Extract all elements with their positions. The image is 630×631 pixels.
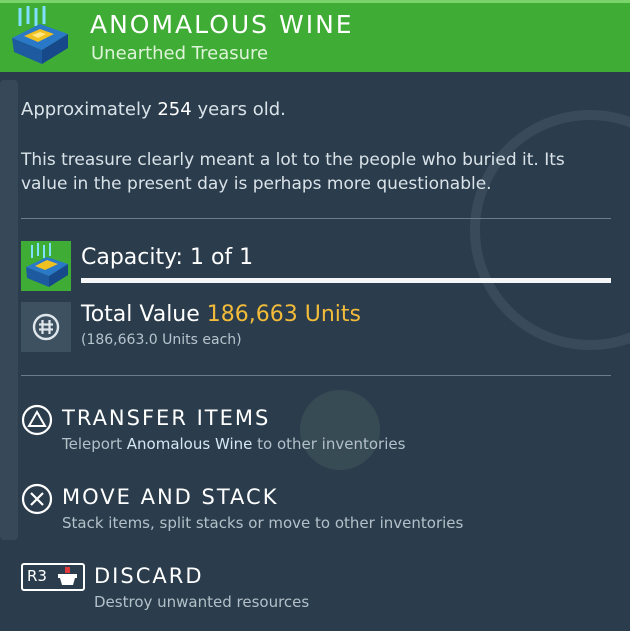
background-blob: [300, 390, 380, 470]
item-header: ANOMALOUS WINE Unearthed Treasure: [0, 0, 630, 72]
age-prefix: Approximately: [21, 99, 158, 120]
age-suffix: years old.: [191, 99, 286, 120]
move-and-stack-description: Stack items, split stacks or move to oth…: [62, 514, 464, 532]
units-icon: [21, 302, 71, 352]
capacity-label: Capacity: 1 of 1: [81, 245, 254, 270]
item-description: This treasure clearly meant a lot to the…: [21, 150, 565, 194]
treasure-chest-small-icon: [21, 241, 71, 291]
treasure-chest-icon: [6, 4, 72, 68]
move-and-stack-action[interactable]: MOVE AND STACK: [62, 485, 278, 509]
cross-button-icon[interactable]: [21, 483, 53, 515]
r3-button-label: R3: [27, 567, 47, 585]
background-ring: [470, 110, 630, 350]
triangle-button-icon[interactable]: [21, 404, 53, 436]
transfer-items-action[interactable]: TRANSFER ITEMS: [62, 406, 270, 430]
item-age: Approximately 254 years old.: [21, 99, 286, 120]
transfer-items-description-suffix: to other inventories: [252, 435, 406, 453]
divider: [21, 218, 611, 219]
total-value-amount: 186,663 Units: [206, 302, 361, 327]
transfer-items-description-prefix: Teleport: [62, 435, 127, 453]
age-value: 254: [157, 99, 192, 120]
transfer-items-highlight: Anomalous Wine: [126, 435, 253, 453]
capacity-bar-fill: [81, 278, 611, 283]
capacity-bar: [81, 278, 611, 283]
transfer-items-description: Teleport Anomalous Wine to other invento…: [62, 435, 405, 453]
r3-button-icon[interactable]: R3: [21, 563, 85, 591]
unit-value-each: (186,663.0 Units each): [81, 332, 242, 348]
item-category: Unearthed Treasure: [91, 43, 269, 64]
background-panel-edge: [0, 80, 18, 540]
total-value-label: Total Value: [81, 302, 207, 327]
total-value: Total Value 186,663 Units: [81, 302, 361, 327]
discard-description: Destroy unwanted resources: [94, 593, 310, 611]
item-title: ANOMALOUS WINE: [90, 10, 354, 39]
header-accent-line: [0, 0, 630, 3]
divider: [21, 375, 611, 376]
discard-action[interactable]: DISCARD: [94, 564, 203, 588]
